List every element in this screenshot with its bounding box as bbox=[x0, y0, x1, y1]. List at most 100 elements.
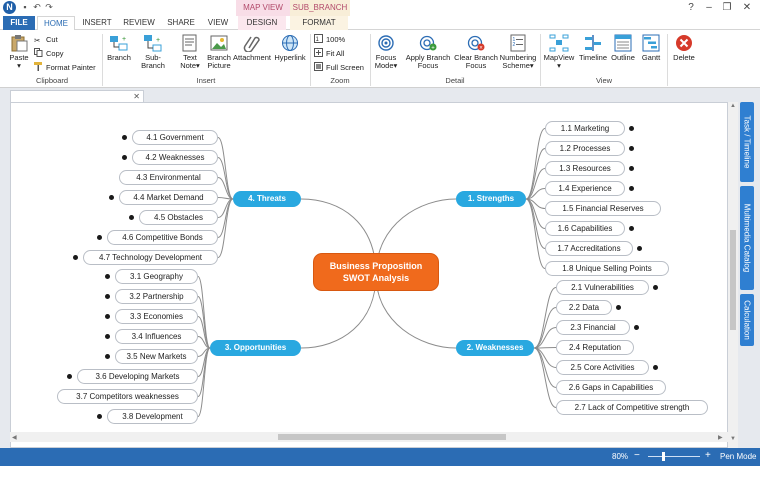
help-button[interactable]: ? bbox=[682, 0, 700, 16]
collapse-dot-icon[interactable] bbox=[634, 325, 639, 330]
subtopic-opportunities-2[interactable]: 3.2 Partnership bbox=[115, 289, 198, 304]
collapse-dot-icon[interactable] bbox=[109, 195, 114, 200]
hyperlink-button[interactable]: Hyperlink bbox=[272, 34, 308, 62]
cut-button[interactable]: ✂ Cut bbox=[34, 34, 58, 46]
document-tab[interactable]: ✕ bbox=[10, 90, 144, 102]
collapse-dot-icon[interactable] bbox=[122, 155, 127, 160]
collapse-dot-icon[interactable] bbox=[637, 246, 642, 251]
collapse-dot-icon[interactable] bbox=[122, 135, 127, 140]
subtopic-strengths-4[interactable]: 1.4 Experience bbox=[545, 181, 625, 196]
collapse-dot-icon[interactable] bbox=[105, 274, 110, 279]
collapse-dot-icon[interactable] bbox=[653, 365, 658, 370]
vertical-scroll-thumb[interactable] bbox=[730, 230, 736, 330]
subtopic-strengths-2[interactable]: 1.2 Processes bbox=[545, 141, 625, 156]
subtopic-strengths-1[interactable]: 1.1 Marketing bbox=[545, 121, 625, 136]
subtopic-opportunities-5[interactable]: 3.5 New Markets bbox=[115, 349, 198, 364]
subtopic-weaknesses-3[interactable]: 2.3 Financial bbox=[556, 320, 630, 335]
numbering-scheme-button[interactable]: 12 Numbering Scheme▾ bbox=[498, 34, 538, 70]
subtopic-threats-4[interactable]: 4.4 Market Demand bbox=[119, 190, 218, 205]
subtopic-strengths-5[interactable]: 1.5 Financial Reserves bbox=[545, 201, 661, 216]
main-topic-weaknesses[interactable]: 2. Weaknesses bbox=[456, 340, 534, 356]
collapse-dot-icon[interactable] bbox=[629, 126, 634, 131]
side-tab-calculation[interactable]: Calculation bbox=[740, 294, 754, 346]
save-icon[interactable]: ▪ bbox=[20, 2, 30, 12]
tab-format[interactable]: FORMAT bbox=[290, 16, 348, 30]
main-topic-opportunities[interactable]: 3. Opportunities bbox=[210, 340, 301, 356]
collapse-dot-icon[interactable] bbox=[105, 334, 110, 339]
subtopic-weaknesses-7[interactable]: 2.7 Lack of Competitive strength bbox=[556, 400, 708, 415]
scroll-down-icon[interactable]: ▼ bbox=[730, 436, 736, 442]
side-tab-multimedia[interactable]: Multimedia Catalog bbox=[740, 186, 754, 290]
outline-button[interactable]: Outline bbox=[608, 34, 638, 62]
subtopic-weaknesses-1[interactable]: 2.1 Vulnerabilities bbox=[556, 280, 649, 295]
collapse-dot-icon[interactable] bbox=[629, 186, 634, 191]
collapse-dot-icon[interactable] bbox=[629, 226, 634, 231]
tab-design[interactable]: DESIGN bbox=[238, 16, 286, 30]
tab-file[interactable]: FILE bbox=[3, 16, 35, 30]
collapse-dot-icon[interactable] bbox=[73, 255, 78, 260]
clear-branch-focus-button[interactable]: × Clear Branch Focus bbox=[452, 34, 500, 70]
collapse-dot-icon[interactable] bbox=[97, 414, 102, 419]
vertical-scrollbar[interactable]: ▲ ▼ bbox=[728, 102, 738, 448]
tab-home[interactable]: HOME bbox=[37, 16, 75, 31]
subtopic-threats-5[interactable]: 4.5 Obstacles bbox=[139, 210, 218, 225]
subtopic-strengths-3[interactable]: 1.3 Resources bbox=[545, 161, 625, 176]
subtopic-opportunities-7[interactable]: 3.7 Competitors weaknesses bbox=[57, 389, 198, 404]
subtopic-threats-7[interactable]: 4.7 Technology Development bbox=[83, 250, 218, 265]
subtopic-threats-2[interactable]: 4.2 Weaknesses bbox=[132, 150, 218, 165]
zoom-slider-track[interactable] bbox=[648, 456, 700, 457]
zoom-out-button[interactable]: − bbox=[634, 450, 640, 461]
side-tab-task-timeline[interactable]: Task / Timeline bbox=[740, 102, 754, 182]
subtopic-weaknesses-6[interactable]: 2.6 Gaps in Capabilities bbox=[556, 380, 666, 395]
subtopic-opportunities-4[interactable]: 3.4 Influences bbox=[115, 329, 198, 344]
horizontal-scrollbar[interactable]: ◀ ▶ bbox=[10, 432, 728, 442]
mapview-button[interactable]: MapView ▾ bbox=[542, 34, 576, 70]
subtopic-opportunities-1[interactable]: 3.1 Geography bbox=[115, 269, 198, 284]
mindmap-canvas[interactable]: Business Proposition SWOT Analysis 4. Th… bbox=[10, 102, 728, 448]
central-topic[interactable]: Business Proposition SWOT Analysis bbox=[313, 253, 439, 291]
horizontal-scroll-thumb[interactable] bbox=[278, 434, 506, 440]
zoom-100-button[interactable]: 1 100% bbox=[314, 34, 345, 46]
close-tab-icon[interactable]: ✕ bbox=[133, 91, 140, 102]
subtopic-weaknesses-5[interactable]: 2.5 Core Activities bbox=[556, 360, 649, 375]
subtopic-strengths-6[interactable]: 1.6 Capabilities bbox=[545, 221, 625, 236]
undo-icon[interactable]: ↶ bbox=[32, 2, 42, 12]
zoom-slider-thumb[interactable] bbox=[662, 452, 665, 461]
tab-share[interactable]: SHARE bbox=[164, 16, 198, 30]
collapse-dot-icon[interactable] bbox=[629, 166, 634, 171]
branch-button[interactable]: + Branch bbox=[104, 34, 134, 62]
subtopic-threats-6[interactable]: 4.6 Competitive Bonds bbox=[107, 230, 218, 245]
scroll-up-icon[interactable]: ▲ bbox=[730, 103, 736, 109]
subtopic-weaknesses-2[interactable]: 2.2 Data bbox=[556, 300, 612, 315]
delete-button[interactable]: Delete bbox=[670, 34, 698, 62]
main-topic-threats[interactable]: 4. Threats bbox=[233, 191, 301, 207]
subtopic-threats-1[interactable]: 4.1 Government bbox=[132, 130, 218, 145]
collapse-dot-icon[interactable] bbox=[105, 314, 110, 319]
collapse-dot-icon[interactable] bbox=[67, 374, 72, 379]
subtopic-threats-3[interactable]: 4.3 Environmental bbox=[119, 170, 218, 185]
tab-review[interactable]: REVIEW bbox=[120, 16, 158, 30]
maximize-button[interactable]: ❐ bbox=[718, 0, 736, 16]
sub-branch-button[interactable]: + Sub-Branch bbox=[134, 34, 172, 70]
collapse-dot-icon[interactable] bbox=[97, 235, 102, 240]
branch-picture-button[interactable]: Branch Picture bbox=[204, 34, 234, 70]
gantt-button[interactable]: Gantt bbox=[638, 34, 664, 62]
text-note-button[interactable]: Text Note▾ bbox=[176, 34, 204, 70]
paste-button[interactable]: Paste ▾ bbox=[6, 34, 32, 70]
app-logo-icon[interactable]: N bbox=[3, 1, 16, 14]
tab-view[interactable]: VIEW bbox=[204, 16, 232, 30]
collapse-dot-icon[interactable] bbox=[129, 215, 134, 220]
redo-icon[interactable]: ↷ bbox=[44, 2, 54, 12]
copy-button[interactable]: Copy bbox=[34, 48, 64, 60]
pen-mode-label[interactable]: Pen Mode bbox=[720, 452, 756, 461]
collapse-dot-icon[interactable] bbox=[629, 146, 634, 151]
main-topic-strengths[interactable]: 1. Strengths bbox=[456, 191, 526, 207]
attachment-button[interactable]: Attachment bbox=[232, 34, 272, 62]
fit-all-button[interactable]: Fit All bbox=[314, 48, 344, 60]
subtopic-strengths-7[interactable]: 1.7 Accreditations bbox=[545, 241, 633, 256]
collapse-dot-icon[interactable] bbox=[105, 294, 110, 299]
subtopic-opportunities-8[interactable]: 3.8 Development bbox=[107, 409, 198, 424]
minimize-button[interactable]: – bbox=[700, 0, 718, 16]
focus-mode-button[interactable]: Focus Mode▾ bbox=[372, 34, 400, 70]
subtopic-weaknesses-4[interactable]: 2.4 Reputation bbox=[556, 340, 634, 355]
